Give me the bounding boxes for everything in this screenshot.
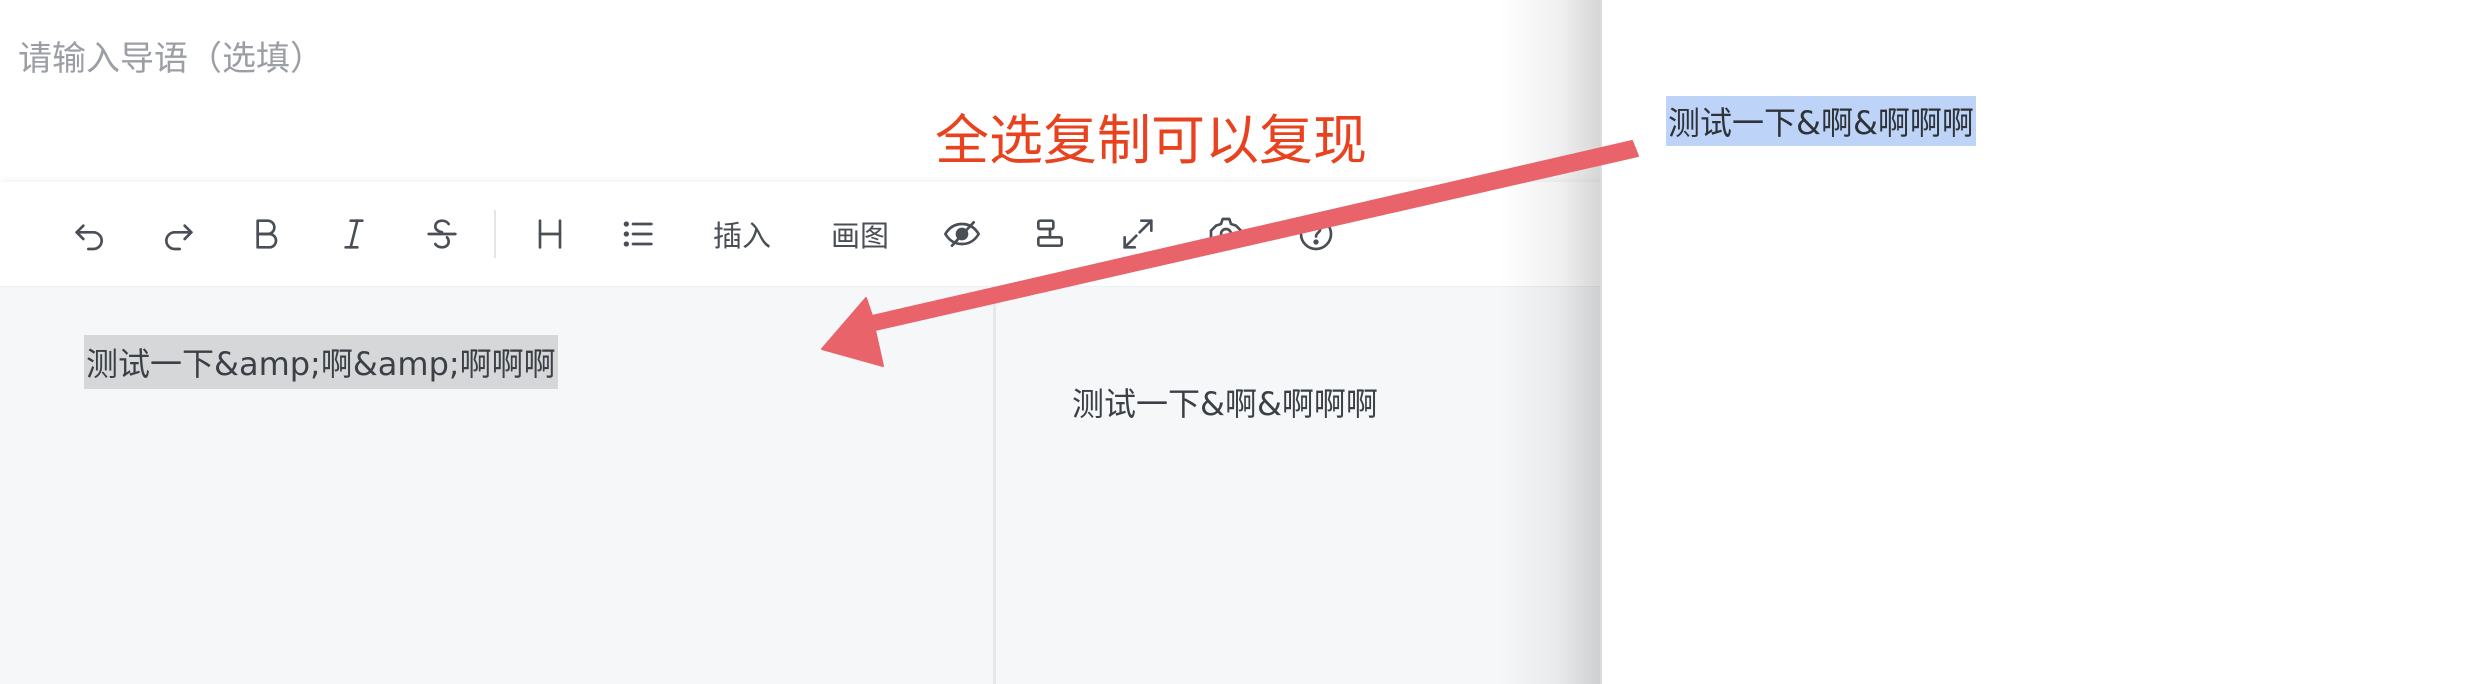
markdown-editor-pane[interactable]: 测试一下&amp;啊&amp;啊啊啊 xyxy=(0,287,993,684)
help-button[interactable] xyxy=(1294,208,1338,260)
undo-button[interactable] xyxy=(68,208,112,260)
italic-button[interactable] xyxy=(332,208,376,260)
bold-button[interactable] xyxy=(244,208,288,260)
editor-selected-text[interactable]: 测试一下&amp;啊&amp;啊啊啊 xyxy=(84,335,558,389)
strikethrough-button[interactable] xyxy=(420,208,464,260)
preview-pane: 测试一下&啊&啊啊啊 xyxy=(996,287,1600,684)
eye-icon xyxy=(943,221,981,247)
draw-button[interactable]: 画图 xyxy=(820,208,900,260)
annotation-text: 全选复制可以复现 xyxy=(935,109,1367,172)
align-icon xyxy=(1037,219,1063,247)
align-button[interactable] xyxy=(1028,208,1072,260)
bold-icon xyxy=(256,219,278,249)
toolbar-divider xyxy=(494,210,496,258)
draw-label: 画图 xyxy=(830,219,889,253)
guide-input[interactable] xyxy=(18,34,818,84)
editor-toolbar: 插入 画图 xyxy=(0,182,1600,287)
help-icon xyxy=(1299,217,1333,251)
list-icon xyxy=(623,221,653,247)
undo-icon xyxy=(75,224,103,251)
settings-button[interactable] xyxy=(1204,208,1248,260)
redo-button[interactable] xyxy=(156,208,200,260)
strikethrough-icon xyxy=(427,219,457,249)
preview-text: 测试一下&啊&啊啊啊 xyxy=(1072,385,1378,423)
heading-button[interactable] xyxy=(528,208,572,260)
expand-icon xyxy=(1123,219,1153,249)
insert-button[interactable]: 插入 xyxy=(702,208,782,260)
right-panel-selected-text[interactable]: 测试一下&啊&啊啊啊 xyxy=(1666,96,1976,146)
insert-label: 插入 xyxy=(712,219,771,253)
list-button[interactable] xyxy=(616,208,660,260)
right-panel: 测试一下&啊&啊啊啊 xyxy=(1600,0,2478,684)
gear-icon xyxy=(1209,217,1243,251)
redo-icon xyxy=(165,224,193,251)
preview-toggle-button[interactable] xyxy=(940,208,984,260)
heading-icon xyxy=(538,219,562,249)
fullscreen-button[interactable] xyxy=(1116,208,1160,260)
italic-icon xyxy=(344,219,364,249)
